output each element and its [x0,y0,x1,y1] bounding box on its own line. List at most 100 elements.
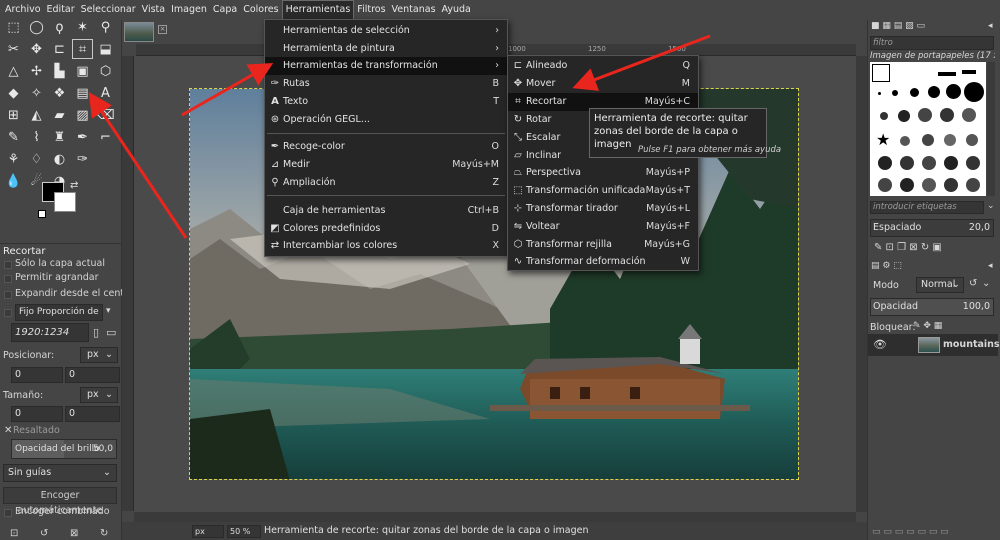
blend-tool-icon[interactable]: ▨ [71,104,94,126]
lock-icons[interactable]: ✎ ✥ ▦ [913,321,942,331]
vertical-scrollbar[interactable] [856,56,867,512]
image-tab-thumbnail[interactable] [124,22,154,42]
brush-swatch[interactable] [900,136,910,146]
size-w-input[interactable]: 0 [11,406,63,422]
highlight-opacity-slider[interactable]: Opacidad del brillo 50,0 [11,439,117,459]
brush-actions-icon[interactable]: ✎ ⊡ ❐ ⊠ ↻ ▣ [874,242,942,253]
brush-swatch[interactable] [946,84,961,99]
default-colors-icon[interactable] [38,210,46,218]
menu-item-caja-herramientas[interactable]: Caja de herramientas Ctrl+B [265,202,507,220]
menu-vista[interactable]: Vista [139,0,168,20]
rect-select-tool-icon[interactable]: ⬚ [2,16,25,38]
menu-item-ampliacion[interactable]: ⚲ Ampliación Z [265,174,507,192]
horizontal-scrollbar[interactable] [134,512,856,522]
brush-swatch[interactable] [878,156,892,170]
brush-swatch[interactable] [966,156,980,170]
free-select-tool-icon[interactable]: ϙ [48,16,71,38]
brush-filter-input[interactable]: filtro [870,36,994,50]
measure-tool-icon[interactable] [94,148,117,170]
menu-item-rutas[interactable]: ✑ Rutas B [265,75,507,93]
eye-icon[interactable]: 👁 [873,338,887,351]
spacing-slider[interactable]: Espaciado 20,0 [870,219,994,237]
brush-swatch[interactable] [880,112,888,120]
status-unit-select[interactable]: px [192,525,224,538]
brush-swatch[interactable] [922,178,936,192]
star-brush-icon[interactable]: ★ [876,132,890,148]
ratio-input[interactable]: 1920:1234 [11,323,89,342]
save-options-icon[interactable]: ⊡ [10,528,18,539]
brush-swatch[interactable] [878,92,881,95]
menu-ayuda[interactable]: Ayuda [439,0,474,20]
ellipse-select-tool-icon[interactable]: ◯ [25,16,48,38]
heal-tool-icon[interactable]: ✧ [25,82,48,104]
brush-swatch[interactable] [962,70,976,74]
fixed-ratio-checkbox[interactable] [4,309,12,317]
position-unit-select[interactable]: px ⌄ [80,347,118,363]
chevron-down-icon[interactable]: ⌄ [987,201,995,211]
tags-input[interactable]: introducir etiquetas [870,201,984,214]
brush-scrollbar[interactable] [987,62,995,196]
selected-brush[interactable] [872,64,890,82]
zoom-tool-icon[interactable]: ⚲ [94,16,117,38]
ink-tool-icon[interactable]: ✒ [71,126,94,148]
crop-tool-icon[interactable]: ⌗ [71,38,94,60]
fill-tool-icon[interactable]: ▰ [48,104,71,126]
status-zoom-select[interactable]: 50 % [227,525,261,538]
menu-item-perspectiva[interactable]: ⏢ Perspectiva Mayús+P [508,164,698,182]
mypaint-tool-icon[interactable]: ⌐ [94,126,117,148]
dock-menu-icon[interactable]: ◂ [988,261,993,271]
smudge-tool-icon[interactable]: ⚘ [2,148,25,170]
brush-swatch[interactable] [962,108,976,122]
dodge-tool-icon[interactable]: ◐ [48,148,71,170]
brush-swatch[interactable] [878,178,892,192]
menu-item-pintura[interactable]: Herramienta de pintura › [265,40,507,58]
allow-growing-checkbox[interactable] [4,275,12,283]
menu-item-mover[interactable]: ✥ Mover M [508,75,698,93]
color-picker-tool-icon[interactable]: ✑ [71,148,94,170]
position-y-input[interactable]: 0 [65,367,120,383]
brush-swatch[interactable] [940,108,954,122]
layer-name[interactable]: mountains- [943,339,1000,350]
menu-herramientas[interactable]: Herramientas [281,0,355,20]
clone-tool-icon[interactable]: ❖ [48,82,71,104]
blur-tool-icon[interactable]: ♢ [25,148,48,170]
brush-swatch[interactable] [966,178,980,192]
highlight-check-icon[interactable]: ✕ [4,425,12,436]
airbrush-tool-icon[interactable]: ♜ [48,126,71,148]
menu-item-colores-predefinidos[interactable]: ◩ Colores predefinidos D [265,220,507,238]
menu-item-seleccion[interactable]: Herramientas de selección › [265,22,507,40]
chevron-down-icon[interactable]: ⌄ [982,278,990,289]
restore-options-icon[interactable]: ↺ [40,528,48,539]
brushes-tab-icon[interactable]: ■ ▦ ▤ ▨ ▭ [871,21,925,31]
size-h-input[interactable]: 0 [65,406,120,422]
brush-swatch[interactable] [964,82,984,102]
brush-swatch[interactable] [892,90,898,96]
menu-item-transformar-deformacion[interactable]: ∿ Transformar deformación W [508,253,698,271]
expand-from-center-checkbox[interactable] [4,291,12,299]
align-tool-icon[interactable]: ⊏ [48,38,71,60]
paint-tool-icon[interactable]: ◆ [2,82,25,104]
guides-select[interactable]: Sin guías ⌄ [3,464,117,482]
scissors-tool-icon[interactable]: ✂ [2,38,25,60]
bucket-fill-tool-icon[interactable]: ▙ [48,60,71,82]
menu-item-transformacion-unificada[interactable]: ⬚ Transformación unificada Mayús+T [508,182,698,200]
auto-shrink-button[interactable]: Encoger automáticamente [3,487,117,516]
reset-options-icon[interactable]: ↻ [100,528,108,539]
brush-swatch[interactable] [918,108,932,122]
menu-item-gegl[interactable]: ⊛ Operación GEGL... [265,111,507,129]
brush-swatch[interactable] [928,86,940,98]
rotate-tool-icon[interactable]: ⬓ [94,38,117,60]
paths-tool-icon[interactable]: △ [2,60,25,82]
brush-swatch[interactable] [900,156,914,170]
text-a-tool-icon[interactable]: A [94,82,117,104]
background-color-swatch[interactable] [54,192,76,212]
menu-item-recoge-color[interactable]: ✒ Recoge-color O [265,138,507,156]
move-tool-icon[interactable]: ✥ [25,38,48,60]
menu-item-texto[interactable]: A Texto T [265,93,507,111]
unified-transform-tool-icon[interactable]: ◭ [25,104,48,126]
position-x-input[interactable]: 0 [11,367,63,383]
close-icon[interactable]: × [158,25,167,34]
menu-item-intercambiar-colores[interactable]: ⇄ Intercambiar los colores X [265,237,507,255]
portrait-icon[interactable]: ▯ [93,326,99,339]
brush-swatch[interactable] [938,72,956,76]
